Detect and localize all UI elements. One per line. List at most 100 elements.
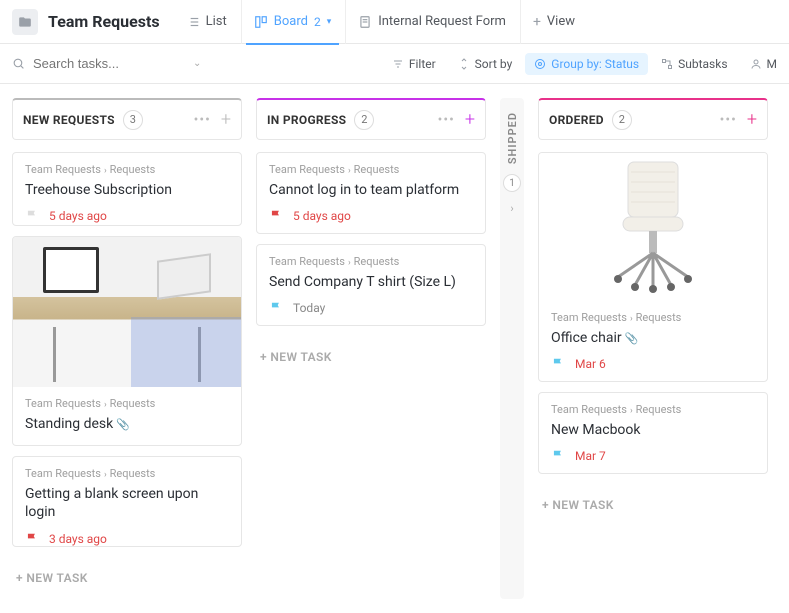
flag-icon xyxy=(25,209,39,223)
task-card[interactable]: Team Requests›Requests Standing desk📎 Ma… xyxy=(12,236,242,446)
cards-new-requests: Team Requests›Requests Treehouse Subscri… xyxy=(12,152,242,599)
flag-icon xyxy=(269,209,283,223)
group-by-label: Group by: Status xyxy=(551,57,639,71)
subtasks-icon xyxy=(661,58,673,70)
column-count: 2 xyxy=(354,110,374,130)
column-title: ORDERED xyxy=(549,113,604,127)
sort-label: Sort by xyxy=(475,57,513,71)
chevron-down-icon[interactable]: ⌄ xyxy=(193,58,201,69)
column-count: 3 xyxy=(123,110,143,130)
tab-list[interactable]: List xyxy=(174,0,239,44)
column-add[interactable]: + xyxy=(747,109,757,130)
plus-icon: + xyxy=(533,14,541,30)
column-in-progress: IN PROGRESS 2 ••• + Team Requests›Reques… xyxy=(256,98,486,599)
user-icon xyxy=(750,58,762,70)
sort-button[interactable]: Sort by xyxy=(449,53,522,75)
group-icon xyxy=(534,58,546,70)
task-title: Standing desk📎 xyxy=(25,415,229,433)
task-card[interactable]: Team Requests›Requests Office chair📎 Mar… xyxy=(538,152,768,382)
task-date: Today xyxy=(293,301,325,315)
task-image xyxy=(13,237,241,387)
task-title: New Macbook xyxy=(551,421,755,439)
task-card[interactable]: Team Requests›Requests Treehouse Subscri… xyxy=(12,152,242,226)
tab-form[interactable]: Internal Request Form xyxy=(345,0,518,44)
task-date: Mar 9 xyxy=(49,444,80,447)
chevron-down-icon: ▾ xyxy=(327,17,332,27)
chevron-right-icon: › xyxy=(510,202,513,215)
cards-ordered: Team Requests›Requests Office chair📎 Mar… xyxy=(538,152,768,526)
header: Team Requests List Board 2 ▾ Internal Re… xyxy=(0,0,789,44)
new-task-button[interactable]: + NEW TASK xyxy=(12,557,242,599)
breadcrumb: Team Requests›Requests xyxy=(25,163,229,176)
filter-icon xyxy=(392,58,404,70)
board: NEW REQUESTS 3 ••• + Team Requests›Reque… xyxy=(0,84,789,613)
task-card[interactable]: Team Requests›Requests New Macbook Mar 7 xyxy=(538,392,768,474)
task-title: Office chair📎 xyxy=(551,329,755,347)
column-header-new-requests: NEW REQUESTS 3 ••• + xyxy=(12,98,242,140)
flag-icon xyxy=(551,449,565,463)
user-button[interactable]: M xyxy=(741,53,777,75)
tab-board-count: 2 xyxy=(314,15,321,29)
tab-list-label: List xyxy=(206,14,227,29)
column-shipped-collapsed[interactable]: SHIPPED 1 › xyxy=(500,98,524,599)
column-count: 1 xyxy=(503,174,521,192)
filter-button[interactable]: Filter xyxy=(383,53,445,75)
flag-icon xyxy=(269,301,283,315)
task-date: Mar 6 xyxy=(575,357,606,371)
page-title: Team Requests xyxy=(48,12,160,31)
search-input[interactable] xyxy=(33,56,173,71)
task-title: Cannot log in to team platform xyxy=(269,181,473,199)
column-title: IN PROGRESS xyxy=(267,113,346,127)
task-title: Treehouse Subscription xyxy=(25,181,229,199)
task-card[interactable]: Team Requests›Requests Send Company T sh… xyxy=(256,244,486,326)
task-title: Send Company T shirt (Size L) xyxy=(269,273,473,291)
user-label: M xyxy=(767,57,777,71)
subtasks-button[interactable]: Subtasks xyxy=(652,53,736,75)
attachment-icon: 📎 xyxy=(625,332,639,345)
flag-icon xyxy=(551,357,565,371)
cards-in-progress: Team Requests›Requests Cannot log in to … xyxy=(256,152,486,378)
task-card[interactable]: Team Requests›Requests Getting a blank s… xyxy=(12,456,242,547)
column-menu[interactable]: ••• xyxy=(438,112,455,128)
column-menu[interactable]: ••• xyxy=(720,112,737,128)
new-task-button[interactable]: + NEW TASK xyxy=(538,484,768,526)
column-add[interactable]: + xyxy=(221,109,231,130)
task-image xyxy=(539,153,767,301)
breadcrumb: Team Requests›Requests xyxy=(551,403,755,416)
column-header-ordered: ORDERED 2 ••• + xyxy=(538,98,768,140)
task-date: 3 days ago xyxy=(49,532,107,546)
column-title: NEW REQUESTS xyxy=(23,113,115,127)
toolbar: ⌄ Filter Sort by Group by: Status Subtas… xyxy=(0,44,789,84)
folder-icon xyxy=(12,9,38,35)
filter-label: Filter xyxy=(409,57,436,71)
tab-board[interactable]: Board 2 ▾ xyxy=(241,0,343,44)
column-title: SHIPPED xyxy=(506,112,519,164)
flag-icon xyxy=(25,444,39,447)
toolbar-right: Filter Sort by Group by: Status Subtasks… xyxy=(383,53,777,75)
tab-board-label: Board xyxy=(274,14,308,29)
column-menu[interactable]: ••• xyxy=(194,112,211,128)
column-add[interactable]: + xyxy=(465,109,475,130)
group-by-button[interactable]: Group by: Status xyxy=(525,53,648,75)
column-count: 2 xyxy=(612,110,632,130)
column-ordered: ORDERED 2 ••• + xyxy=(538,98,768,599)
form-icon xyxy=(358,15,372,29)
board-icon xyxy=(254,15,268,29)
breadcrumb: Team Requests›Requests xyxy=(551,311,755,324)
flag-icon xyxy=(25,532,39,546)
subtasks-label: Subtasks xyxy=(678,57,727,71)
task-card[interactable]: Team Requests›Requests Cannot log in to … xyxy=(256,152,486,234)
search-icon xyxy=(12,57,25,70)
tab-form-label: Internal Request Form xyxy=(378,14,506,29)
task-title: Getting a blank screen upon login xyxy=(25,485,229,521)
add-view-label: View xyxy=(547,14,575,29)
breadcrumb: Team Requests›Requests xyxy=(25,467,229,480)
task-date: 5 days ago xyxy=(49,209,107,223)
add-view[interactable]: + View xyxy=(520,0,587,44)
column-header-in-progress: IN PROGRESS 2 ••• + xyxy=(256,98,486,140)
list-icon xyxy=(186,15,200,29)
view-tabs: List Board 2 ▾ Internal Request Form + V… xyxy=(174,0,587,44)
sort-icon xyxy=(458,58,470,70)
breadcrumb: Team Requests›Requests xyxy=(269,255,473,268)
new-task-button[interactable]: + NEW TASK xyxy=(256,336,486,378)
